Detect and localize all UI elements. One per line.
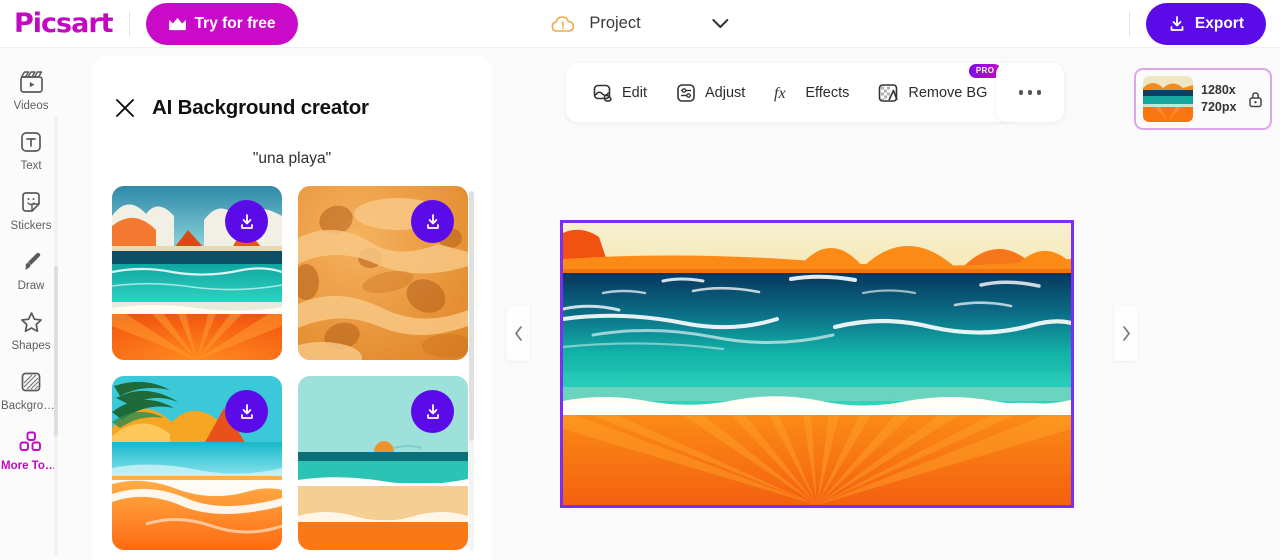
download-result-button[interactable] <box>411 200 454 243</box>
sticker-icon <box>22 192 40 212</box>
result-thumbnail[interactable] <box>112 376 282 550</box>
canvas-thumbnail-art <box>1143 76 1193 122</box>
svg-text:fx: fx <box>774 85 786 102</box>
canvas-width-label: 1280x <box>1201 83 1236 98</box>
canvas-height-label: 720px <box>1201 100 1237 114</box>
download-result-button[interactable] <box>411 390 454 433</box>
next-variation-button[interactable] <box>1114 305 1138 361</box>
header-divider <box>128 11 130 36</box>
previous-variation-button[interactable] <box>506 305 530 361</box>
chevron-right-icon <box>1122 325 1130 341</box>
sidebar-item-label: Videos <box>13 100 49 112</box>
sidebar-item-backgrounds[interactable]: Backgrou… <box>0 369 62 412</box>
header-divider-right <box>1128 11 1130 36</box>
cloud-alert-icon <box>551 15 575 32</box>
text-box-icon <box>21 132 41 152</box>
project-selector[interactable]: Project <box>550 14 729 34</box>
result-thumbnail[interactable] <box>112 186 282 360</box>
chevron-down-icon[interactable] <box>712 18 730 29</box>
sidebar-item-label: Backgrou… <box>1 400 61 412</box>
panel-header: AI Background creator <box>92 56 492 120</box>
fx-icon: fx <box>774 85 786 102</box>
brush-icon <box>24 252 40 270</box>
tool-effects[interactable]: fx Effects <box>761 73 861 113</box>
more-options-button[interactable] <box>996 63 1064 122</box>
grid-blocks-icon <box>19 431 41 451</box>
sidebar-item-shapes[interactable]: Shapes <box>0 309 62 352</box>
chevron-left-icon <box>514 325 522 341</box>
crown-icon <box>168 17 186 30</box>
sidebar-item-label: More Tools <box>1 460 61 472</box>
ai-background-panel: AI Background creator "una playa" <box>92 56 492 560</box>
try-for-free-button[interactable]: Try for free <box>145 2 298 45</box>
download-result-button[interactable] <box>225 200 268 243</box>
sidebar-item-label: Text <box>20 160 42 172</box>
tool-adjust[interactable]: Adjust <box>663 73 757 113</box>
remove-bg-icon <box>879 83 899 102</box>
star-icon <box>20 312 42 333</box>
download-icon <box>240 213 253 229</box>
picsart-editor: Picsart Try for free Project Export Vide… <box>0 0 1280 560</box>
download-icon <box>426 213 439 229</box>
export-label: Export <box>1194 14 1244 32</box>
panel-scrollbar[interactable] <box>469 191 474 551</box>
canvas-size-chip[interactable]: 1280x 720px <box>1134 68 1272 130</box>
export-button[interactable]: Export <box>1145 2 1266 45</box>
sidebar-scrollbar[interactable] <box>54 116 58 556</box>
project-name: Project <box>589 14 641 32</box>
image-edit-icon <box>593 84 612 102</box>
page-title: AI Background creator <box>152 96 369 119</box>
download-icon <box>426 403 439 419</box>
result-thumbnail[interactable] <box>298 186 468 360</box>
download-icon <box>240 403 253 419</box>
lock-icon[interactable] <box>1248 91 1263 108</box>
sidebar-item-label: Shapes <box>11 340 51 352</box>
beach-sunrays-background-art <box>563 223 1071 505</box>
tools-sidebar: Videos Text Stickers Draw Shapes Backgro… <box>0 56 62 560</box>
tool-label: Adjust <box>705 84 746 101</box>
more-horizontal-icon <box>1018 90 1042 95</box>
sidebar-item-videos[interactable]: Videos <box>0 69 62 112</box>
pattern-icon <box>21 372 41 392</box>
sidebar-item-text[interactable]: Text <box>0 129 62 172</box>
sidebar-item-draw[interactable]: Draw <box>0 249 62 292</box>
download-icon <box>1170 15 1184 31</box>
close-icon[interactable] <box>114 97 136 119</box>
sidebar-item-label: Draw <box>17 280 45 292</box>
header-right-group: Export <box>1113 2 1266 45</box>
panel-scrollbar-thumb[interactable] <box>469 191 474 441</box>
canvas-size-text: 1280x 720px <box>1201 82 1236 116</box>
tool-label: Edit <box>622 84 647 101</box>
sidebar-item-stickers[interactable]: Stickers <box>0 189 62 232</box>
tool-label: Remove BG <box>908 84 988 101</box>
clapperboard-icon <box>19 71 43 93</box>
tool-label: Effects <box>805 84 850 101</box>
try-for-free-label: Try for free <box>194 14 276 32</box>
sidebar-item-more-tools[interactable]: More Tools <box>0 429 62 472</box>
sidebar-item-label: Stickers <box>10 220 52 232</box>
download-result-button[interactable] <box>225 390 268 433</box>
sidebar-scrollbar-thumb[interactable] <box>54 266 58 436</box>
canvas-toolbar: Edit Adjust fx Effects Remove BG PRO <box>566 63 1014 122</box>
canvas-stage <box>500 130 1140 560</box>
results-grid <box>92 168 492 550</box>
tool-remove-bg[interactable]: Remove BG PRO <box>865 63 1002 113</box>
canvas-image[interactable] <box>560 220 1074 508</box>
sliders-icon <box>677 83 695 102</box>
result-thumbnail[interactable] <box>298 376 468 550</box>
app-header: Picsart Try for free Project Export <box>0 0 1280 48</box>
prompt-text: "una playa" <box>252 150 332 167</box>
picsart-logo[interactable]: Picsart <box>14 8 114 39</box>
tool-edit[interactable]: Edit <box>580 73 659 113</box>
canvas-thumbnail <box>1143 76 1193 122</box>
